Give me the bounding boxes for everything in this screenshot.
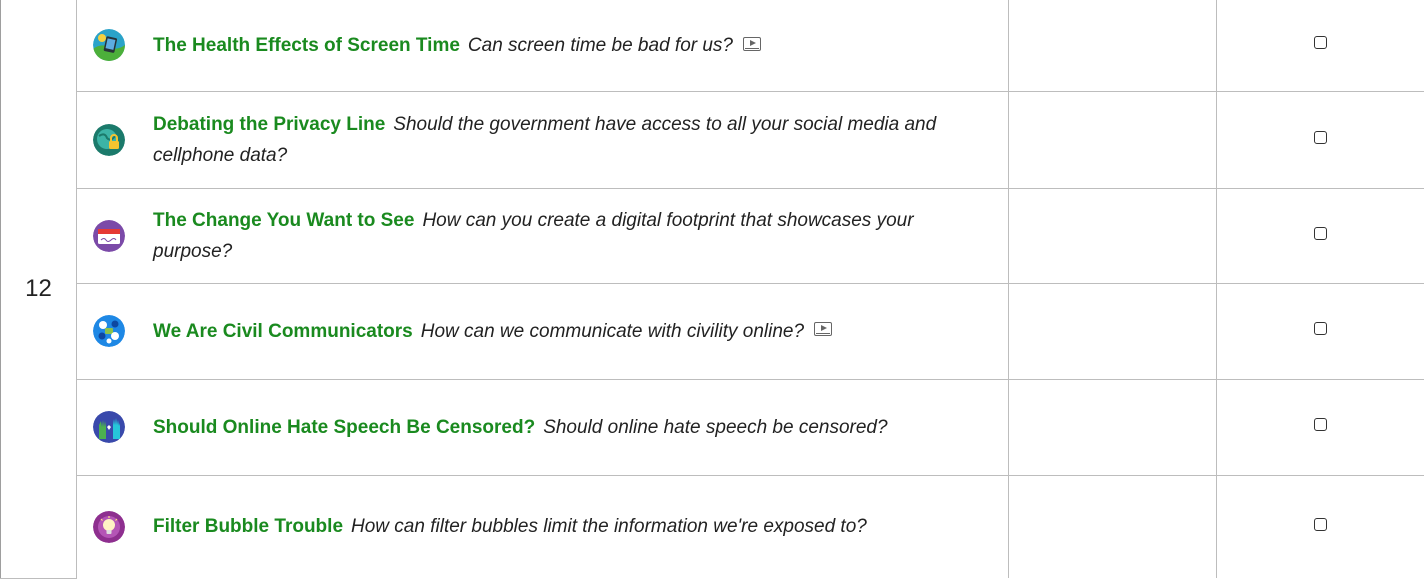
lesson-row: Filter Bubble Trouble How can filter bubb… — [1, 475, 1424, 578]
lightbulb-icon — [93, 511, 125, 543]
lesson-question: Can screen time be bad for us? — [468, 35, 733, 56]
lesson-checkbox[interactable] — [1314, 227, 1327, 240]
lesson-row: The Change You Want to SeeHow can you cr… — [1, 188, 1424, 283]
speech-bubbles-icon — [93, 315, 125, 347]
lesson-title-link[interactable]: Filter Bubble Trouble — [153, 516, 343, 537]
empty-cell — [1009, 379, 1217, 475]
lesson-cell: We Are Civil Communicators How can we com… — [77, 283, 1009, 379]
checkbox-cell — [1217, 188, 1424, 283]
lesson-cell: Filter Bubble Trouble How can filter bubb… — [77, 475, 1009, 578]
grade-cell: 12 — [1, 0, 77, 578]
name-tag-icon — [93, 220, 125, 252]
lesson-checkbox[interactable] — [1314, 131, 1327, 144]
checkbox-cell — [1217, 91, 1424, 188]
empty-cell — [1009, 0, 1217, 91]
lesson-row: Should Online Hate Speech Be Censored? Sh… — [1, 379, 1424, 475]
checkbox-cell — [1217, 0, 1424, 91]
lesson-row: We Are Civil Communicators How can we com… — [1, 283, 1424, 379]
lesson-cell: The Health Effects of Screen Time Can scr… — [77, 0, 1009, 91]
lesson-question: How can we communicate with civility onl… — [421, 321, 804, 342]
lesson-title-link[interactable]: The Health Effects of Screen Time — [153, 35, 460, 56]
empty-cell — [1009, 188, 1217, 283]
lesson-checkbox[interactable] — [1314, 418, 1327, 431]
lesson-cell: Should Online Hate Speech Be Censored? Sh… — [77, 379, 1009, 475]
video-icon[interactable] — [814, 322, 832, 336]
lesson-title-link[interactable]: We Are Civil Communicators — [153, 321, 413, 342]
lesson-question: Should online hate speech be censored? — [543, 417, 887, 438]
lesson-title-link[interactable]: The Change You Want to See — [153, 210, 414, 231]
lesson-table: 12 The Health Effects of Screen — [0, 0, 1424, 579]
lesson-title-link[interactable]: Debating the Privacy Line — [153, 114, 385, 135]
lesson-cell: The Change You Want to SeeHow can you cr… — [77, 188, 1009, 283]
empty-cell — [1009, 91, 1217, 188]
lesson-checkbox[interactable] — [1314, 36, 1327, 49]
checkbox-cell — [1217, 283, 1424, 379]
lesson-cell: Debating the Privacy LineShould the gove… — [77, 91, 1009, 188]
raised-hands-icon — [93, 411, 125, 443]
video-icon[interactable] — [743, 37, 761, 51]
checkbox-cell — [1217, 475, 1424, 578]
lesson-checkbox[interactable] — [1314, 518, 1327, 531]
lesson-checkbox[interactable] — [1314, 322, 1327, 335]
privacy-lock-globe-icon — [93, 124, 125, 156]
lesson-title-link[interactable]: Should Online Hate Speech Be Censored? — [153, 417, 535, 438]
empty-cell — [1009, 475, 1217, 578]
lesson-question: How can filter bubbles limit the informa… — [351, 516, 867, 537]
empty-cell — [1009, 283, 1217, 379]
lesson-row: Debating the Privacy LineShould the gove… — [1, 91, 1424, 188]
lesson-row: 12 The Health Effects of Screen — [1, 0, 1424, 91]
grade-label: 12 — [25, 275, 52, 302]
checkbox-cell — [1217, 379, 1424, 475]
screen-time-icon — [93, 29, 125, 61]
